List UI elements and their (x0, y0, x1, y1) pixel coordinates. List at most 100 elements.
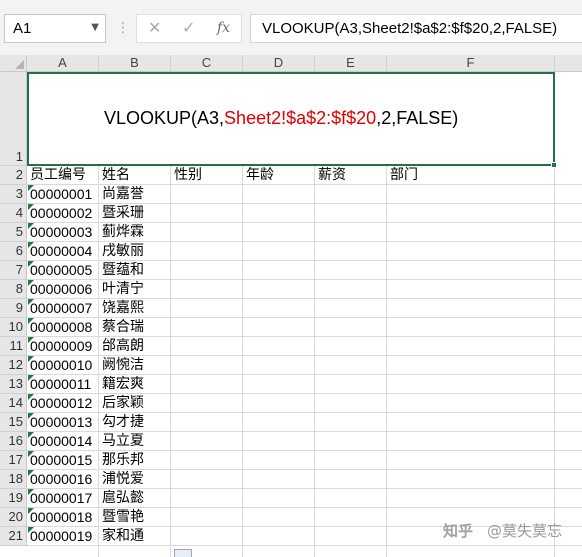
employee-name-cell[interactable]: 后家颖 (99, 394, 171, 413)
row-header-9[interactable]: 9 (0, 299, 27, 318)
row-header-10[interactable]: 10 (0, 318, 27, 337)
zhihu-logo: 知乎 (443, 522, 474, 540)
more-options-icon[interactable]: ⋮ (116, 16, 130, 40)
watermark: 知乎 @莫失莫忘 (443, 520, 562, 541)
formula-range-part: Sheet2!$a$2:$f$20 (224, 108, 377, 128)
column-header-e[interactable]: E (315, 55, 387, 72)
employee-name-cell[interactable]: 浦悦爱 (99, 470, 171, 489)
employee-name-cell[interactable]: 那乐邦 (99, 451, 171, 470)
row-header-20[interactable]: 20 (0, 508, 27, 527)
employee-id-cell[interactable]: 00000010 (27, 356, 99, 375)
fill-handle[interactable] (551, 162, 557, 168)
employee-name-cell[interactable]: 籍宏爽 (99, 375, 171, 394)
merged-cell-a1-f1[interactable]: VLOOKUP(A3,Sheet2!$a$2:$f$20,2,FALSE) (27, 72, 555, 166)
text-number-warning-icon (28, 527, 34, 533)
row-header-15[interactable]: 15 (0, 413, 27, 432)
row-header-16[interactable]: 16 (0, 432, 27, 451)
formula-buttons: ✕ ✓ fx (136, 14, 242, 43)
employee-name-cell[interactable]: 家和通 (99, 527, 171, 546)
column-header-a[interactable]: A (27, 55, 99, 72)
employee-id-cell[interactable]: 00000002 (27, 204, 99, 223)
header-cell-d[interactable]: 年龄 (243, 166, 315, 185)
employee-name-cell[interactable]: 暨采珊 (99, 204, 171, 223)
formula-bar: A1 ▼ ⋮ ✕ ✓ fx VLOOKUP(A3,Sheet2!$a$2:$f$… (0, 0, 582, 55)
text-number-warning-icon (28, 356, 34, 362)
name-box-value: A1 (13, 20, 32, 37)
employee-name-cell[interactable]: 马立夏 (99, 432, 171, 451)
row-header-6[interactable]: 6 (0, 242, 27, 261)
column-header-b[interactable]: B (99, 55, 171, 72)
row-header-1[interactable]: 1 (0, 72, 27, 166)
text-number-warning-icon (28, 204, 34, 210)
row-header-7[interactable]: 7 (0, 261, 27, 280)
employee-id-cell[interactable]: 00000005 (27, 261, 99, 280)
employee-name-cell[interactable]: 叶清宁 (99, 280, 171, 299)
row-header-14[interactable]: 14 (0, 394, 27, 413)
employee-name-cell[interactable]: 戌敏丽 (99, 242, 171, 261)
row-header-11[interactable]: 11 (0, 337, 27, 356)
employee-id-cell[interactable]: 00000011 (27, 375, 99, 394)
select-all-corner[interactable] (0, 55, 27, 72)
column-header-f[interactable]: F (387, 55, 555, 72)
check-icon[interactable]: ✓ (182, 18, 195, 37)
employee-name-cell[interactable]: 阙惋洁 (99, 356, 171, 375)
employee-id-cell[interactable]: 00000017 (27, 489, 99, 508)
employee-id-cell[interactable]: 00000007 (27, 299, 99, 318)
employee-name-cell[interactable]: 蔡合瑞 (99, 318, 171, 337)
header-cell-a[interactable]: 员工编号 (27, 166, 99, 185)
row-header-18[interactable]: 18 (0, 470, 27, 489)
text-number-warning-icon (28, 451, 34, 457)
formula-text: VLOOKUP(A3,Sheet2!$a$2:$f$20,2,FALSE) (262, 20, 558, 37)
row-header-13[interactable]: 13 (0, 375, 27, 394)
header-cell-e[interactable]: 薪资 (315, 166, 387, 185)
employee-name-cell[interactable]: 饶嘉熙 (99, 299, 171, 318)
row-header-12[interactable]: 12 (0, 356, 27, 375)
employee-id-cell[interactable]: 00000009 (27, 337, 99, 356)
name-box[interactable]: A1 ▼ (4, 14, 106, 43)
employee-id-cell[interactable]: 00000019 (27, 527, 99, 546)
employee-name-cell[interactable]: 尚嘉誉 (99, 185, 171, 204)
column-header-c[interactable]: C (171, 55, 243, 72)
employee-id-cell[interactable]: 00000014 (27, 432, 99, 451)
employee-id-cell[interactable]: 00000012 (27, 394, 99, 413)
paste-options-icon[interactable] (174, 549, 192, 557)
text-number-warning-icon (28, 432, 34, 438)
text-number-warning-icon (28, 185, 34, 191)
row-header-8[interactable]: 8 (0, 280, 27, 299)
insert-function-icon[interactable]: fx (217, 20, 230, 36)
employee-id-cell[interactable]: 00000015 (27, 451, 99, 470)
close-icon[interactable]: ✕ (148, 18, 161, 37)
formula-part-1: VLOOKUP(A3, (104, 108, 225, 128)
row-header-2[interactable]: 2 (0, 166, 27, 185)
worksheet-grid[interactable]: ABCDEF 1 2 3 4 5 6 7 8 9 10 11 12 13 14 15 16 17 18 19 20 21… (0, 55, 582, 557)
employee-name-cell[interactable]: 扈弘懿 (99, 489, 171, 508)
employee-id-cell[interactable]: 00000013 (27, 413, 99, 432)
employee-id-cell[interactable]: 00000018 (27, 508, 99, 527)
employee-name-cell[interactable]: 蓟烨霖 (99, 223, 171, 242)
employee-id-cell[interactable]: 00000004 (27, 242, 99, 261)
row-header-21[interactable]: 21 (0, 527, 27, 546)
row-header-5[interactable]: 5 (0, 223, 27, 242)
employee-id-cell[interactable]: 00000008 (27, 318, 99, 337)
employee-name-cell[interactable]: 暨蕴和 (99, 261, 171, 280)
employee-id-cell[interactable]: 00000003 (27, 223, 99, 242)
column-header-d[interactable]: D (243, 55, 315, 72)
header-cell-c[interactable]: 性别 (171, 166, 243, 185)
column-header-extra (555, 55, 582, 72)
employee-name-cell[interactable]: 邰高朗 (99, 337, 171, 356)
row-header-4[interactable]: 4 (0, 204, 27, 223)
header-cell-f[interactable]: 部门 (387, 166, 555, 185)
employee-name-cell[interactable]: 暨雪艳 (99, 508, 171, 527)
header-cell-b[interactable]: 姓名 (99, 166, 171, 185)
employee-id-cell[interactable]: 00000006 (27, 280, 99, 299)
row-header-17[interactable]: 17 (0, 451, 27, 470)
employee-id-cell[interactable]: 00000001 (27, 185, 99, 204)
formula-input[interactable]: VLOOKUP(A3,Sheet2!$a$2:$f$20,2,FALSE) (250, 14, 582, 43)
employee-id-cell[interactable]: 00000016 (27, 470, 99, 489)
chevron-down-icon[interactable]: ▼ (91, 22, 99, 33)
row-header-3[interactable]: 3 (0, 185, 27, 204)
text-number-warning-icon (28, 508, 34, 514)
text-number-warning-icon (28, 375, 34, 381)
employee-name-cell[interactable]: 勾才捷 (99, 413, 171, 432)
row-header-19[interactable]: 19 (0, 489, 27, 508)
